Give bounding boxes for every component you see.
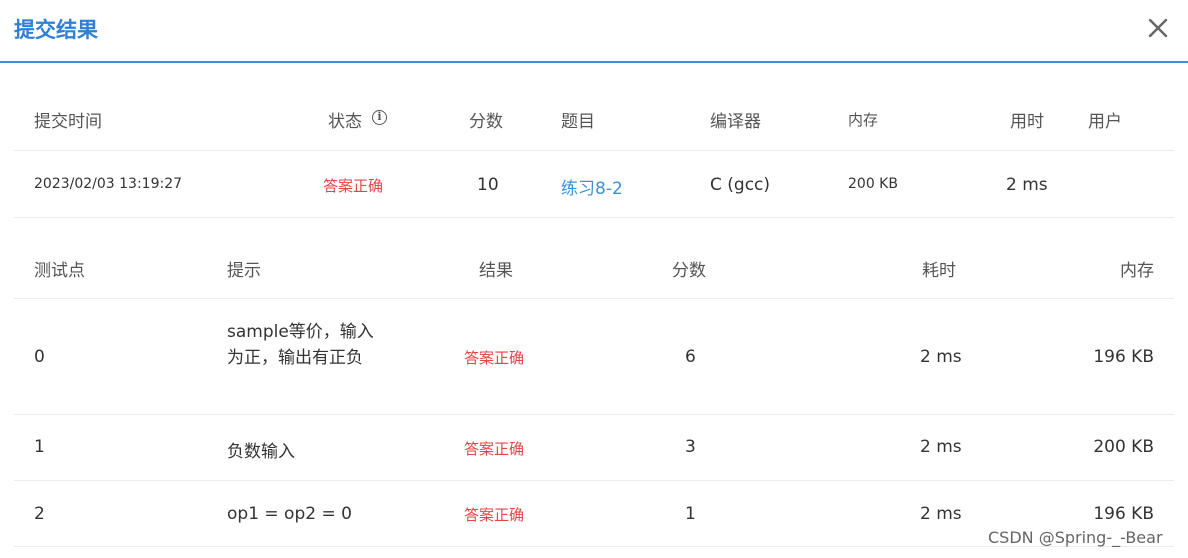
test-case-id: 2: [34, 504, 45, 524]
info-icon[interactable]: i: [372, 110, 387, 125]
test-score: 1: [685, 504, 696, 524]
test-hint: 负数输入: [227, 442, 295, 462]
header-duration: 用时: [1010, 112, 1044, 132]
test-time: 2 ms: [920, 437, 962, 457]
close-icon[interactable]: [1144, 14, 1172, 42]
test-case-id: 1: [34, 437, 45, 457]
test-hint: op1 = op2 = 0: [227, 504, 352, 524]
header-test-score: 分数: [672, 261, 706, 281]
duration-value: 2 ms: [1006, 175, 1048, 195]
dialog-header: 提交结果: [0, 0, 1188, 63]
header-user: 用户: [1088, 112, 1122, 132]
divider: [14, 217, 1174, 218]
test-result: 答案正确: [464, 440, 525, 458]
header-test-case: 测试点: [34, 261, 85, 281]
header-status: 状态: [328, 112, 362, 132]
test-score: 3: [685, 437, 696, 457]
test-hint: sample等价，输入为正，输出有正负: [227, 322, 374, 368]
header-test-memory: 内存: [1120, 261, 1154, 281]
test-result: 答案正确: [464, 506, 525, 524]
test-time: 2 ms: [920, 504, 962, 524]
watermark: CSDN @Spring-_-Bear: [988, 528, 1163, 547]
header-score: 分数: [469, 112, 503, 132]
submit-time: 2023/02/03 13:19:27: [34, 176, 183, 192]
header-submit-time: 提交时间: [34, 112, 102, 132]
test-memory: 196 KB: [1093, 504, 1154, 524]
test-memory: 200 KB: [1093, 437, 1154, 457]
problem-link[interactable]: 练习8-2: [561, 174, 623, 199]
score-value: 10: [477, 175, 499, 195]
compiler-value: C (gcc): [710, 175, 771, 195]
test-time: 2 ms: [920, 347, 962, 367]
status-badge: 答案正确: [323, 177, 384, 195]
divider: [14, 150, 1174, 151]
divider: [14, 480, 1174, 481]
divider: [14, 414, 1174, 415]
test-memory: 196 KB: [1093, 347, 1154, 367]
header-compiler: 编译器: [710, 112, 761, 132]
header-hint: 提示: [227, 261, 261, 281]
header-memory: 内存: [848, 111, 879, 129]
test-case-id: 0: [34, 347, 45, 367]
test-result: 答案正确: [464, 349, 525, 367]
header-result: 结果: [479, 261, 513, 281]
header-time-cost: 耗时: [922, 261, 956, 281]
dialog-title: 提交结果: [14, 18, 98, 42]
divider: [14, 298, 1174, 299]
header-problem: 题目: [561, 112, 595, 132]
memory-value: 200 KB: [848, 176, 898, 192]
test-score: 6: [685, 347, 696, 367]
